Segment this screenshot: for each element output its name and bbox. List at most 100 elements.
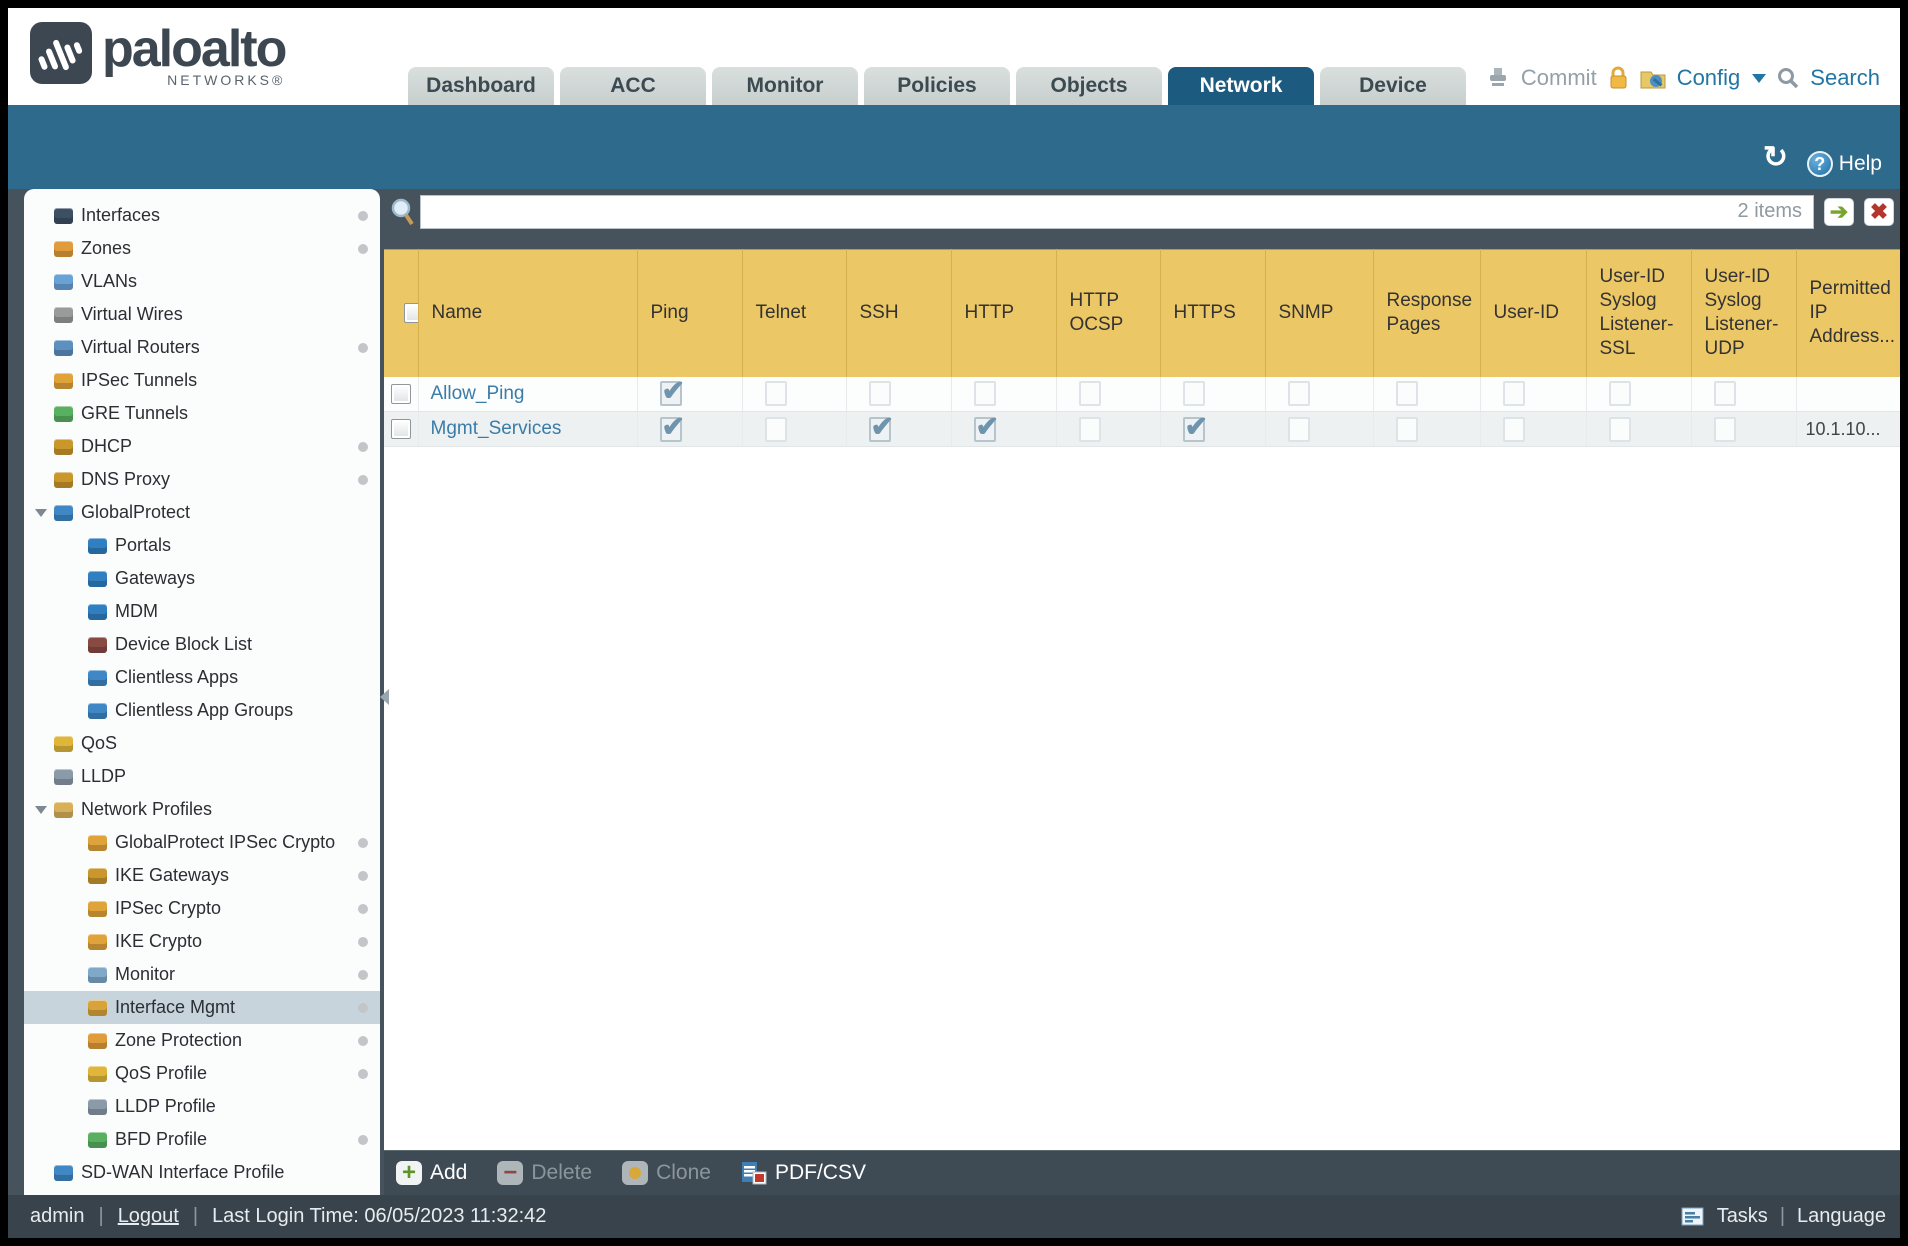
top-header: paloalto NETWORKS® Dashboard ACC Monitor Po… xyxy=(8,8,1900,105)
sidebar-item-bfd-profile[interactable]: BFD Profile xyxy=(24,1123,380,1156)
permitted-ip-cell: 10.1.10... xyxy=(1796,411,1900,447)
config-button[interactable]: Config xyxy=(1677,65,1741,91)
lldp-icon xyxy=(54,768,73,785)
row-select-checkbox[interactable] xyxy=(391,419,411,439)
sidebar-item-label: GlobalProtect IPSec Crypto xyxy=(115,832,336,852)
pdf-csv-button[interactable]: PDF/CSV xyxy=(741,1160,866,1186)
commit-button[interactable]: Commit xyxy=(1521,65,1597,91)
column-header-user-id[interactable]: User-ID xyxy=(1480,249,1587,377)
sidebar-item-sd-wan-interface-profile[interactable]: SD-WAN Interface Profile xyxy=(24,1156,380,1189)
sidebar-item-zone-protection[interactable]: Zone Protection xyxy=(24,1024,380,1057)
config-icon[interactable] xyxy=(1639,65,1667,91)
column-header-ssh[interactable]: SSH xyxy=(846,249,952,377)
sidebar-item-device-block-list[interactable]: Device Block List xyxy=(24,628,380,661)
row-dot-icon xyxy=(358,474,368,485)
clear-filter-button[interactable]: ✖ xyxy=(1864,198,1894,226)
tab-monitor[interactable]: Monitor xyxy=(712,67,858,105)
column-header-https[interactable]: HTTPS xyxy=(1160,249,1266,377)
sidebar-item-clientless-apps[interactable]: Clientless Apps xyxy=(24,661,380,694)
mdm-icon xyxy=(88,603,107,620)
column-header-user-id-syslog-listener-udp[interactable]: User-ID Syslog Listener-UDP xyxy=(1691,249,1797,377)
sidebar-item-virtual-wires[interactable]: Virtual Wires xyxy=(24,298,380,331)
sidebar-item-portals[interactable]: Portals xyxy=(24,529,380,562)
main-area: Interfaces Zones VLANs Virtual Wires Virtual… xyxy=(8,189,1900,1195)
sidebar-item-ipsec-tunnels[interactable]: IPSec Tunnels xyxy=(24,364,380,397)
add-button[interactable]: + Add xyxy=(396,1159,467,1186)
service-checkbox-https xyxy=(1182,381,1205,407)
minus-icon: − xyxy=(497,1159,524,1186)
help-button[interactable]: ? Help xyxy=(1806,151,1882,177)
sidebar-item-label: Interfaces xyxy=(81,205,161,225)
delete-button[interactable]: − Delete xyxy=(497,1159,592,1186)
sidebar-item-lldp-profile[interactable]: LLDP Profile xyxy=(24,1090,380,1123)
column-header-user-id-syslog-listener-ssl[interactable]: User-ID Syslog Listener-SSL xyxy=(1586,249,1692,377)
column-header-http-ocsp[interactable]: HTTP OCSP xyxy=(1056,249,1161,377)
search-icon[interactable] xyxy=(1776,66,1800,90)
tab-dashboard[interactable]: Dashboard xyxy=(408,67,554,105)
commit-icon[interactable] xyxy=(1485,66,1511,90)
sidebar-item-ipsec-crypto[interactable]: IPSec Crypto xyxy=(24,892,380,925)
sidebar-item-network-profiles[interactable]: Network Profiles xyxy=(24,793,380,826)
language-button[interactable]: Language xyxy=(1797,1205,1886,1228)
permitted-ip-cell xyxy=(1796,376,1900,412)
column-header-response-pages[interactable]: Response Pages xyxy=(1373,249,1481,377)
interface-mgmt-table: Name Ping Telnet SSH HTTP HTTP OCSP HTTPS SNMP R… xyxy=(384,249,1900,447)
column-header-ping[interactable]: Ping xyxy=(637,249,743,377)
service-cell-http xyxy=(951,376,1057,412)
last-login-time: Last Login Time: 06/05/2023 11:32:42 xyxy=(212,1205,547,1227)
sidebar-item-monitor[interactable]: Monitor xyxy=(24,958,380,991)
sidebar-item-vlans[interactable]: VLANs xyxy=(24,265,380,298)
expander-triangle-icon[interactable] xyxy=(35,508,47,517)
sidebar-item-gre-tunnels[interactable]: GRE Tunnels xyxy=(24,397,380,430)
filter-input[interactable] xyxy=(420,195,1814,229)
service-cell-user-id-syslog-listener-ssl xyxy=(1586,411,1692,447)
column-header-name[interactable]: Name xyxy=(418,249,638,377)
sidebar-item-gateways[interactable]: Gateways xyxy=(24,562,380,595)
zone-protection-icon xyxy=(88,1032,107,1049)
sidebar-item-ike-crypto[interactable]: IKE Crypto xyxy=(24,925,380,958)
clone-button[interactable]: Clone xyxy=(622,1161,711,1185)
tab-device[interactable]: Device xyxy=(1320,67,1466,105)
sidebar-item-ike-gateways[interactable]: IKE Gateways xyxy=(24,859,380,892)
profile-link[interactable]: Mgmt_Services xyxy=(431,418,562,439)
refresh-icon[interactable]: ↻ xyxy=(1763,140,1788,175)
logout-link[interactable]: Logout xyxy=(118,1205,179,1228)
service-cell-response-pages xyxy=(1373,376,1481,412)
sidebar-item-interfaces[interactable]: Interfaces xyxy=(24,199,380,232)
service-cell-ping xyxy=(637,374,743,412)
sidebar-item-qos[interactable]: QoS xyxy=(24,727,380,760)
sidebar-item-virtual-routers[interactable]: Virtual Routers xyxy=(24,331,380,364)
tasks-button[interactable]: Tasks xyxy=(1717,1205,1768,1228)
tab-policies[interactable]: Policies xyxy=(864,67,1010,105)
sidebar-item-zones[interactable]: Zones xyxy=(24,232,380,265)
service-cell-snmp xyxy=(1265,411,1374,447)
global-search-button[interactable]: Search xyxy=(1810,65,1880,91)
column-header-telnet[interactable]: Telnet xyxy=(742,249,847,377)
tab-acc[interactable]: ACC xyxy=(560,67,706,105)
row-dot-icon xyxy=(358,1035,368,1046)
lock-icon[interactable] xyxy=(1607,65,1629,91)
sidebar-item-label: Virtual Wires xyxy=(81,304,183,324)
sidebar-item-dns-proxy[interactable]: DNS Proxy xyxy=(24,463,380,496)
profile-link[interactable]: Allow_Ping xyxy=(431,383,525,404)
chevron-down-icon[interactable] xyxy=(1752,73,1767,83)
row-dot-icon xyxy=(358,1134,368,1145)
column-header-http[interactable]: HTTP xyxy=(951,249,1057,377)
sidebar-item-globalprotect-ipsec-crypto[interactable]: GlobalProtect IPSec Crypto xyxy=(24,826,380,859)
apply-filter-button[interactable]: ➔ xyxy=(1824,198,1854,226)
expander-triangle-icon[interactable] xyxy=(35,805,47,814)
sidebar-item-dhcp[interactable]: DHCP xyxy=(24,430,380,463)
sidebar-item-mdm[interactable]: MDM xyxy=(24,595,380,628)
sidebar-item-label: QoS xyxy=(81,733,118,753)
sidebar-item-qos-profile[interactable]: QoS Profile xyxy=(24,1057,380,1090)
sidebar-item-interface-mgmt[interactable]: Interface Mgmt xyxy=(24,991,380,1024)
tab-network[interactable]: Network xyxy=(1168,67,1314,105)
column-header-snmp[interactable]: SNMP xyxy=(1265,249,1374,377)
sidebar-item-globalprotect[interactable]: GlobalProtect xyxy=(24,496,380,529)
sidebar-collapse-icon[interactable] xyxy=(380,689,389,705)
sidebar-item-clientless-app-groups[interactable]: Clientless App Groups xyxy=(24,694,380,727)
tab-objects[interactable]: Objects xyxy=(1016,67,1162,105)
row-select-checkbox[interactable] xyxy=(391,383,411,404)
sidebar-item-lldp[interactable]: LLDP xyxy=(24,760,380,793)
column-header-permitted-ip-address[interactable]: Permitted IP Address... xyxy=(1796,249,1900,377)
